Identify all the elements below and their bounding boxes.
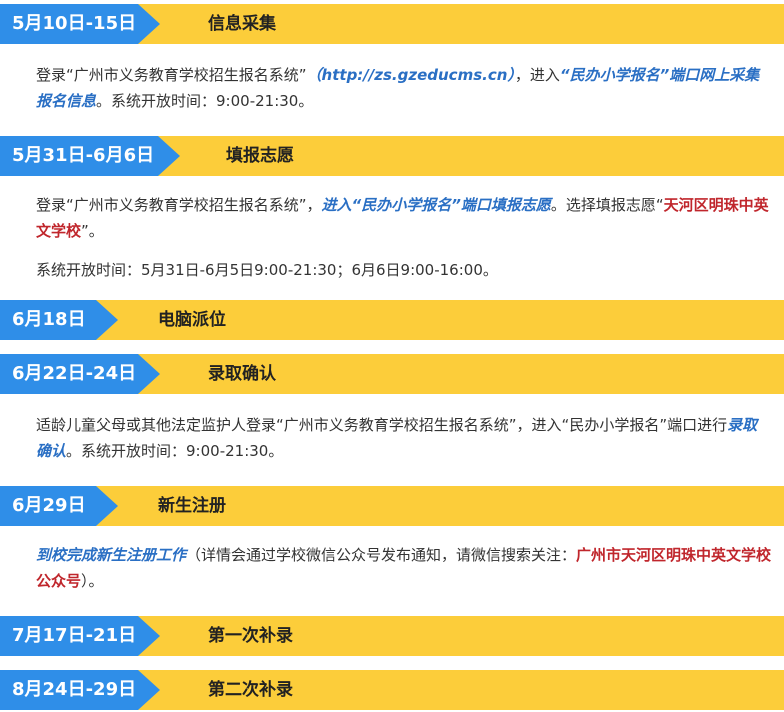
section-title: 第二次补录 [208,680,293,700]
registration-text: 到校完成新生注册工作（详情会通过学校微信公众号发布通知，请微信搜索关注：广州市天… [36,542,772,594]
fill-preferences-time: 系统开放时间：5月31日-6月5日9:00-21:30；6月6日9:00-16:… [36,257,772,283]
section-title: 录取确认 [208,364,276,384]
text-segment: ”。 [81,222,104,240]
section-date: 7月17日-21日 [0,616,160,656]
text-segment: 登录“广州市义务教育学校招生报名系统” [36,66,307,84]
section-bar-second-supplement: 8月24日-29日 第二次补录 [0,670,784,710]
section-bar-info-collection: 5月10日-15日 信息采集 [0,4,784,44]
section-title: 信息采集 [208,14,276,34]
section-title: 新生注册 [158,496,226,516]
section-bar-fill-preferences: 5月31日-6月6日 填报志愿 [0,136,784,176]
text-segment: 。选择填报志愿“ [550,196,664,214]
section-date: 5月10日-15日 [0,4,160,44]
section-title: 电脑派位 [158,310,226,330]
highlight-text: 进入“民办小学报名”端口填报志愿 [321,196,551,214]
info-collection-text: 登录“广州市义务教育学校招生报名系统”（http://zs.gzeducms.c… [36,62,772,114]
section-bar-admission-confirm: 6月22日-24日 录取确认 [0,354,784,394]
text-segment: 。系统开放时间：9:00-21:30。 [66,442,284,460]
text-segment: 系统开放时间：5月31日-6月5日9:00-21:30；6月6日9:00-16:… [36,261,498,279]
section-date: 6月29日 [0,486,118,526]
admission-confirm-text: 适龄儿童父母或其他法定监护人登录“广州市义务教育学校招生报名系统”，进入“民办小… [36,412,772,464]
section-date: 5月31日-6月6日 [0,136,180,176]
text-segment: （详情会通过学校微信公众号发布通知，请微信搜索关注： [186,546,577,564]
text-segment: ，进入 [514,66,560,84]
section-title: 填报志愿 [226,146,294,166]
section-date: 6月18日 [0,300,118,340]
section-date: 6月22日-24日 [0,354,160,394]
text-segment: 。系统开放时间：9:00-21:30。 [96,92,314,110]
enrollment-schedule: 5月10日-15日 信息采集 登录“广州市义务教育学校招生报名系统”（http:… [0,0,784,712]
section-bar-new-student-registration: 6月29日 新生注册 [0,486,784,526]
fill-preferences-text: 登录“广州市义务教育学校招生报名系统”，进入“民办小学报名”端口填报志愿。选择填… [36,192,772,244]
system-url-link[interactable]: （http://zs.gzeducms.cn） [307,66,515,84]
text-segment: 适龄儿童父母或其他法定监护人登录“广州市义务教育学校招生报名系统”，进入“民办小… [36,416,728,434]
section-bar-first-supplement: 7月17日-21日 第一次补录 [0,616,784,656]
text-segment: 登录“广州市义务教育学校招生报名系统”， [36,196,322,214]
highlight-text: 到校完成新生注册工作 [36,546,187,564]
section-bar-computer-allocation: 6月18日 电脑派位 [0,300,784,340]
section-date: 8月24日-29日 [0,670,160,710]
text-segment: ）。 [81,572,104,590]
section-title: 第一次补录 [208,626,293,646]
